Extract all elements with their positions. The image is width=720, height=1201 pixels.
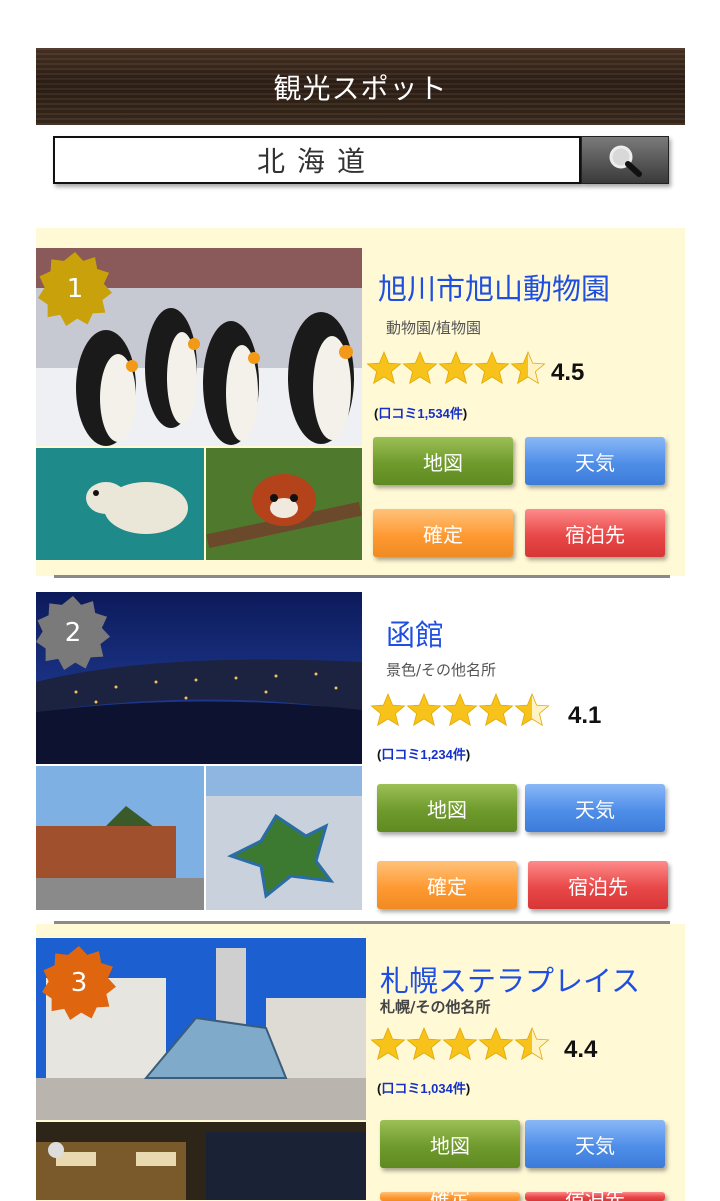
- star-icon: [474, 350, 510, 385]
- review-count-link[interactable]: 口コミ1,534件: [378, 406, 463, 421]
- star-icon: [442, 692, 478, 727]
- spot-category: 動物園/植物園: [386, 319, 482, 337]
- rating-score: 4.4: [564, 1036, 598, 1063]
- confirm-button[interactable]: 確定: [380, 1192, 520, 1201]
- weather-button[interactable]: 天気: [525, 1120, 665, 1168]
- spot-name[interactable]: 函館: [386, 612, 444, 654]
- search-icon: [609, 145, 642, 177]
- photo-station-shops: [36, 1122, 366, 1200]
- map-button[interactable]: 地図: [380, 1120, 520, 1168]
- lodging-button[interactable]: 宿泊先: [528, 861, 668, 909]
- star-icon: [510, 350, 546, 385]
- star-icon: [478, 1026, 514, 1061]
- rating-score: 4.5: [551, 359, 585, 386]
- weather-button[interactable]: 天気: [525, 437, 665, 485]
- map-button[interactable]: 地図: [377, 784, 517, 832]
- spot-card[interactable]: 1 旭川市旭山動物園 動物園/植物園 4.5 (口コミ1,534件) 地図 天気…: [36, 228, 685, 576]
- review-count-link[interactable]: 口コミ1,234件: [381, 747, 466, 762]
- star-icon: [402, 350, 438, 385]
- lodging-button[interactable]: 宿泊先: [525, 1192, 665, 1201]
- review-count-link[interactable]: 口コミ1,034件: [381, 1081, 466, 1096]
- review-paren-close: ): [465, 747, 471, 762]
- spot-category: 景色/その他名所: [386, 661, 497, 679]
- star-rating: [366, 350, 546, 386]
- weather-button[interactable]: 天気: [525, 784, 665, 832]
- photo-polar-bear: [36, 448, 204, 560]
- search-input[interactable]: 北海道: [53, 136, 581, 184]
- review-paren-close: ): [462, 406, 468, 421]
- review-paren-close: ): [465, 1081, 471, 1096]
- star-icon: [370, 1026, 406, 1061]
- search-button[interactable]: [581, 136, 669, 184]
- star-icon: [370, 692, 406, 727]
- star-icon: [406, 692, 442, 727]
- confirm-button[interactable]: 確定: [373, 509, 513, 557]
- review-count[interactable]: (口コミ1,034件): [377, 1078, 470, 1097]
- star-icon: [442, 1026, 478, 1061]
- map-button[interactable]: 地図: [373, 437, 513, 485]
- spot-card[interactable]: 2 函館 景色/その他名所 4.1 (口コミ1,234件) 地図 天気 確定 宿…: [36, 592, 685, 912]
- star-icon: [366, 350, 402, 385]
- app-header: 観光スポット: [36, 48, 685, 125]
- star-icon: [514, 692, 550, 727]
- star-rating: [370, 692, 550, 728]
- divider: [54, 575, 670, 578]
- search-bar: 北海道: [53, 136, 669, 184]
- star-rating: [370, 1026, 550, 1062]
- star-icon: [438, 350, 474, 385]
- spot-card[interactable]: 3 札幌ステラプレイス 札幌/その他名所 4.4 (口コミ1,034件) 地図 …: [36, 924, 685, 1201]
- spot-category: 札幌/その他名所: [380, 998, 491, 1016]
- spot-name[interactable]: 札幌ステラプレイス: [380, 958, 640, 1000]
- photo-red-panda: [206, 448, 362, 560]
- lodging-button[interactable]: 宿泊先: [525, 509, 665, 557]
- photo-warehouse: [36, 766, 204, 910]
- rating-score: 4.1: [568, 702, 602, 729]
- review-count[interactable]: (口コミ1,534件): [374, 403, 467, 422]
- page-title: 観光スポット: [273, 71, 448, 105]
- review-count[interactable]: (口コミ1,234件): [377, 744, 470, 763]
- star-icon: [406, 1026, 442, 1061]
- star-icon: [478, 692, 514, 727]
- star-icon: [514, 1026, 550, 1061]
- confirm-button[interactable]: 確定: [377, 861, 517, 909]
- photo-goryokaku: [206, 766, 362, 910]
- spot-name[interactable]: 旭川市旭山動物園: [378, 266, 610, 308]
